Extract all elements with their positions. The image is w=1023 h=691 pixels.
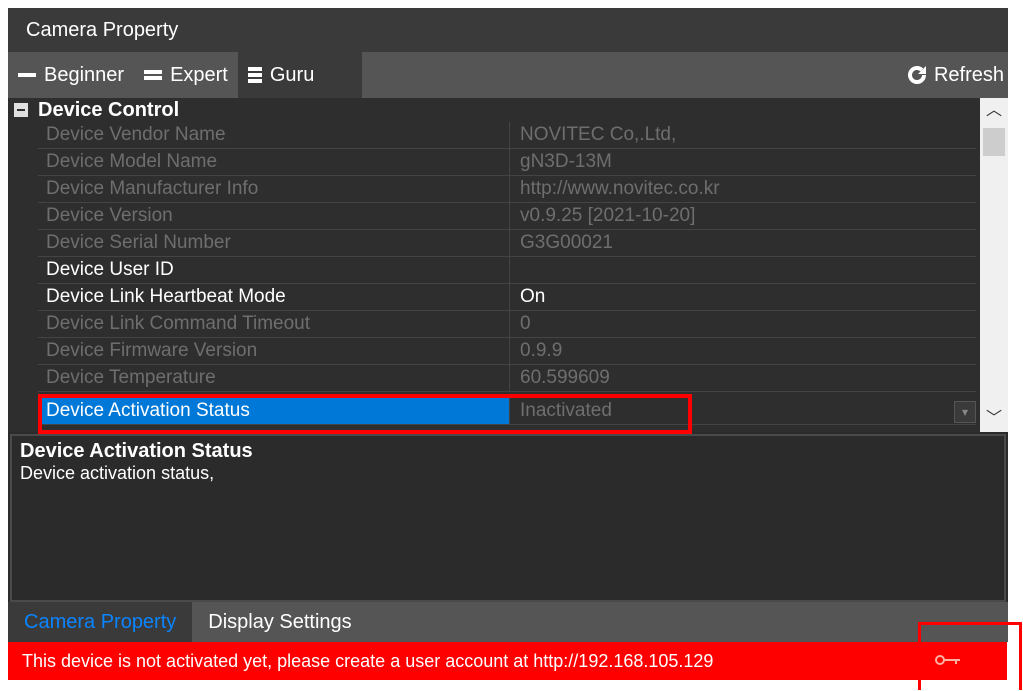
property-value: gN3D-13M — [520, 151, 612, 172]
scroll-thumb[interactable] — [983, 128, 1005, 156]
chevron-down-icon[interactable]: ▾ — [954, 401, 976, 423]
property-name: Device Firmware Version — [38, 338, 510, 364]
guru-label: Guru — [269, 63, 315, 86]
property-row[interactable]: Device Vendor Name NOVITEC Co,.Ltd, — [38, 122, 976, 149]
device-user-id-field[interactable] — [510, 257, 976, 283]
activation-warning-bar: This device is not activated yet, please… — [8, 642, 1007, 680]
single-bar-icon — [18, 71, 36, 79]
bottom-tab-bar: Camera Property Display Settings — [8, 602, 1008, 642]
double-bar-icon — [144, 68, 163, 82]
expert-label: Expert — [170, 63, 228, 86]
property-value: NOVITEC Co,.Ltd, — [520, 124, 677, 145]
key-icon[interactable] — [934, 650, 964, 670]
property-value: 0 — [520, 313, 531, 334]
refresh-button[interactable]: Refresh — [906, 64, 1008, 87]
property-row[interactable]: Device Serial Number G3G00021 — [38, 230, 976, 257]
camera-property-window: Camera Property Beginner Expert Guru Ref… — [8, 8, 1008, 642]
visibility-toolbar: Beginner Expert Guru Refresh — [8, 52, 1008, 98]
scroll-up-icon[interactable]: ︿ — [980, 98, 1008, 124]
property-name: Device User ID — [38, 257, 510, 283]
property-name: Device Link Command Timeout — [38, 311, 510, 337]
property-row[interactable]: Device User ID — [38, 257, 976, 284]
property-name: Device Vendor Name — [38, 122, 510, 148]
property-name: Device Activation Status — [38, 398, 510, 424]
vertical-scrollbar[interactable]: ︿ ﹀ — [980, 98, 1008, 432]
property-value: 60.599609 — [520, 367, 610, 388]
triple-bar-icon — [247, 65, 262, 85]
property-row[interactable]: Device Firmware Version 0.9.9 — [38, 338, 976, 365]
description-title: Device Activation Status — [20, 440, 253, 462]
property-name: Device Link Heartbeat Mode — [38, 284, 510, 310]
property-value: http://www.novitec.co.kr — [520, 178, 720, 199]
collapse-icon[interactable] — [14, 103, 28, 117]
property-grid: Device Control Device Vendor Name NOVITE… — [8, 98, 1008, 432]
tab-display-settings[interactable]: Display Settings — [192, 602, 367, 642]
property-row-selected[interactable]: Device Activation Status Inactivated ▾ — [38, 398, 976, 425]
activation-status-select[interactable]: Inactivated — [510, 398, 976, 424]
property-value: v0.9.25 [2021-10-20] — [520, 205, 696, 226]
property-row[interactable]: Device Version v0.9.25 [2021-10-20] — [38, 203, 976, 230]
property-row[interactable]: Device Model Name gN3D-13M — [38, 149, 976, 176]
property-value: 0.9.9 — [520, 340, 563, 361]
property-name: Device Manufacturer Info — [38, 176, 510, 202]
guru-button[interactable]: Guru — [237, 52, 363, 98]
property-name: Device Temperature — [38, 365, 510, 391]
expert-button[interactable]: Expert — [134, 52, 238, 98]
property-row[interactable]: Device Temperature 60.599609 — [38, 365, 976, 392]
window-titlebar: Camera Property — [8, 8, 1008, 52]
scroll-down-icon[interactable]: ﹀ — [980, 406, 1008, 432]
property-name: Device Version — [38, 203, 510, 229]
property-value: G3G00021 — [520, 232, 613, 253]
category-device-control[interactable]: Device Control — [8, 98, 978, 122]
property-name: Device Serial Number — [38, 230, 510, 256]
property-row[interactable]: Device Manufacturer Info http://www.novi… — [38, 176, 976, 203]
beginner-button[interactable]: Beginner — [8, 52, 134, 98]
property-row[interactable]: Device Link Heartbeat Mode On — [38, 284, 976, 311]
refresh-icon — [908, 66, 926, 84]
property-name: Device Model Name — [38, 149, 510, 175]
beginner-label: Beginner — [44, 63, 125, 86]
description-panel: Device Activation Status Device activati… — [10, 434, 1006, 602]
category-label: Device Control — [38, 98, 180, 121]
property-row[interactable]: Device Link Command Timeout 0 — [38, 311, 976, 338]
window-title: Camera Property — [26, 18, 179, 41]
description-text: Device activation status, — [20, 463, 215, 483]
tab-camera-property[interactable]: Camera Property — [8, 602, 193, 642]
refresh-label: Refresh — [933, 63, 1004, 86]
status-message: This device is not activated yet, please… — [22, 650, 714, 671]
heartbeat-mode-select[interactable]: On — [510, 284, 976, 310]
